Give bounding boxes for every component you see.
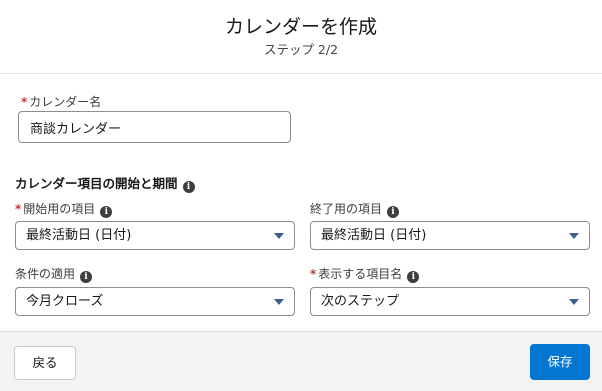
calendar-name-label: * カレンダー名: [21, 94, 101, 110]
display-field-label: * 表示する項目名 i: [310, 266, 420, 283]
back-button[interactable]: 戻る: [14, 346, 76, 380]
calendar-name-input[interactable]: [18, 111, 291, 143]
start-field-select[interactable]: 最終活動日 (日付): [15, 221, 295, 250]
display-field-value: 次のステップ: [321, 294, 400, 309]
step-indicator: ステップ 2/2: [263, 42, 339, 57]
filter-select[interactable]: 今月クローズ: [15, 287, 295, 316]
required-mark: *: [310, 267, 317, 281]
modal-footer: 戻る 保存: [0, 331, 602, 391]
info-icon[interactable]: i: [387, 206, 400, 218]
filter-value: 今月クローズ: [26, 294, 104, 309]
info-icon[interactable]: i: [407, 271, 420, 283]
info-icon[interactable]: i: [100, 206, 113, 218]
end-field-select[interactable]: 最終活動日 (日付): [310, 221, 590, 250]
filter-label-text: 条件の適用: [15, 267, 76, 281]
display-field-label-text: 表示する項目名: [318, 267, 403, 281]
save-button[interactable]: 保存: [530, 344, 590, 380]
end-field-value: 最終活動日 (日付): [321, 228, 427, 243]
filter-label: 条件の適用 i: [15, 266, 93, 283]
info-icon[interactable]: i: [182, 181, 195, 193]
required-mark: *: [21, 95, 28, 109]
modal-header: カレンダーを作成 ステップ 2/2: [0, 0, 602, 74]
start-field-label: * 開始用の項目 i: [15, 201, 113, 218]
chevron-down-icon: [569, 233, 579, 239]
start-field-label-text: 開始用の項目: [23, 202, 96, 216]
create-calendar-modal: カレンダーを作成 ステップ 2/2 *カレンダー名 カレンダー項目の開始と期間i…: [0, 0, 602, 391]
section-title: カレンダー項目の開始と期間 i: [15, 176, 195, 193]
calendar-name-label-text: カレンダー名: [29, 95, 102, 109]
required-mark: *: [15, 202, 22, 216]
chevron-down-icon: [569, 299, 579, 305]
display-field-select[interactable]: 次のステップ: [310, 287, 590, 316]
modal-title: カレンダーを作成: [224, 16, 377, 38]
end-field-label: 終了用の項目 i: [310, 201, 400, 218]
chevron-down-icon: [274, 233, 284, 239]
end-field-label-text: 終了用の項目: [310, 202, 383, 216]
chevron-down-icon: [274, 299, 284, 305]
section-title-text: カレンダー項目の開始と期間: [15, 176, 178, 191]
info-icon[interactable]: i: [80, 271, 93, 283]
start-field-value: 最終活動日 (日付): [26, 228, 132, 243]
